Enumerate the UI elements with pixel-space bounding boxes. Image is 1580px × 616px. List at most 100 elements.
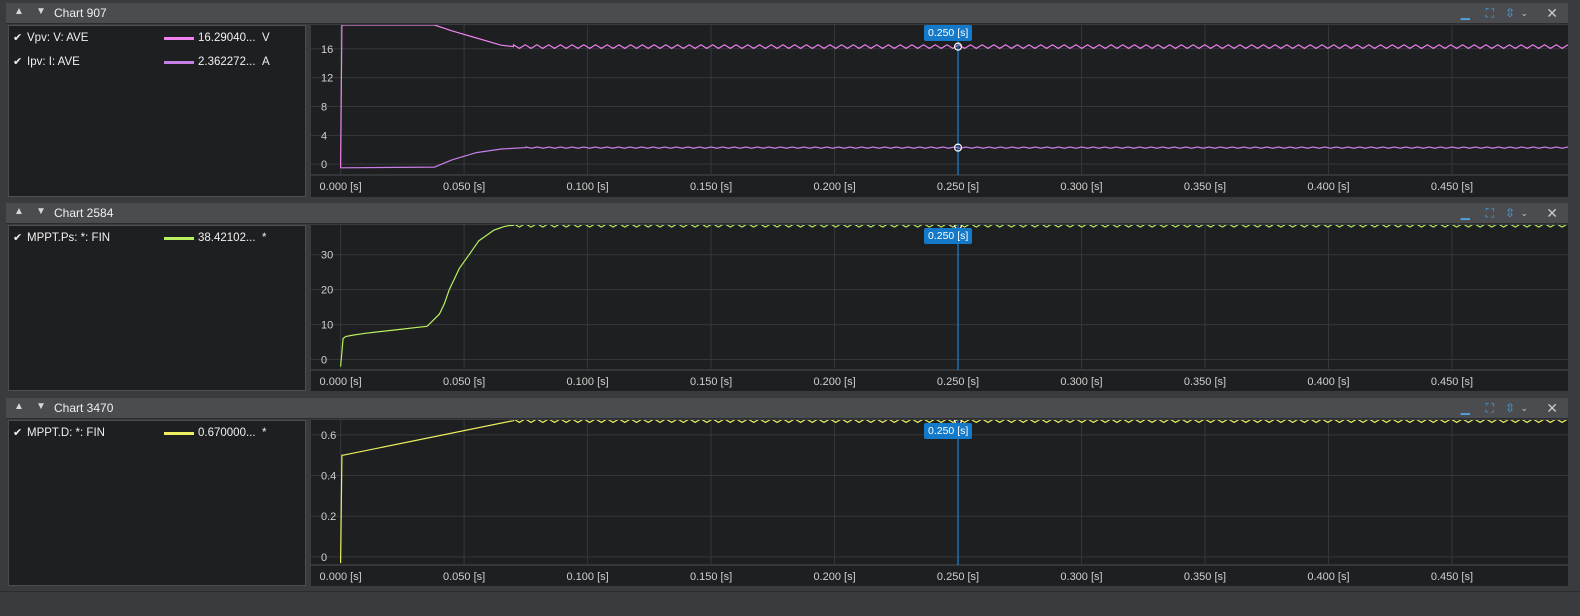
- cursor-time-label: 0.250 [s]: [924, 423, 973, 439]
- x-tick-label: 0.150 [s]: [690, 181, 732, 193]
- x-tick-label: 0.400 [s]: [1307, 571, 1349, 583]
- series-name: MPPT.D: *: FIN: [27, 427, 105, 439]
- series-name: Ipv: I: AVE: [27, 56, 80, 68]
- x-tick-label: 0.050 [s]: [443, 571, 485, 583]
- vertical-fit-icon[interactable]: ⇳: [1505, 6, 1515, 20]
- collapse-up-icon[interactable]: ▲: [14, 6, 24, 17]
- y-tick-label: 0: [321, 355, 327, 367]
- minimize-icon[interactable]: ▁: [1461, 6, 1470, 20]
- plot-background: [311, 25, 1568, 197]
- y-tick-label: 0: [321, 552, 327, 564]
- chart-panel-907: ▲ ▼ Chart 907 ▁ ⛶ ⇳ ⌄ ✕ ✔ Vpv: V: AVE 16…: [6, 3, 1568, 197]
- chart-panel-3470: ▲ ▼ Chart 3470 ▁ ⛶ ⇳ ⌄ ✕ ✔ MPPT.D: *: FI…: [6, 398, 1568, 586]
- x-tick-label: 0.100 [s]: [566, 376, 608, 388]
- x-tick-label: 0.400 [s]: [1307, 181, 1349, 193]
- x-tick-label: 0.250 [s]: [937, 376, 979, 388]
- y-tick-label: 16: [321, 44, 333, 56]
- y-tick-label: 0.4: [321, 471, 336, 483]
- checkbox-checked-icon[interactable]: ✔: [13, 31, 22, 44]
- panel-titlebar: ▲ ▼ Chart 2584 ▁ ⛶ ⇳ ⌄ ✕: [6, 203, 1568, 224]
- y-tick-label: 12: [321, 73, 333, 85]
- x-tick-label: 0.350 [s]: [1184, 571, 1226, 583]
- legend-item[interactable]: ✔ Vpv: V: AVE 16.29040... V: [9, 30, 305, 48]
- close-icon[interactable]: ✕: [1546, 205, 1558, 222]
- x-tick-label: 0.200 [s]: [813, 181, 855, 193]
- x-tick-label: 0.050 [s]: [443, 181, 485, 193]
- x-tick-label: 0.050 [s]: [443, 376, 485, 388]
- chevron-down-icon[interactable]: ▼: [36, 6, 46, 17]
- x-tick-label: 0.400 [s]: [1307, 376, 1349, 388]
- vertical-fit-icon[interactable]: ⇳: [1505, 206, 1515, 220]
- series-swatch: [164, 237, 194, 240]
- x-tick-label: 0.150 [s]: [690, 376, 732, 388]
- x-tick-label: 0.300 [s]: [1060, 181, 1102, 193]
- close-icon[interactable]: ✕: [1546, 5, 1558, 22]
- y-tick-label: 4: [321, 130, 327, 142]
- chevron-down-icon[interactable]: ⌄: [1520, 403, 1528, 414]
- plot-background: [311, 420, 1568, 586]
- x-tick-label: 0.200 [s]: [813, 376, 855, 388]
- series-unit: V: [262, 32, 270, 44]
- chevron-down-icon[interactable]: ⌄: [1520, 8, 1528, 19]
- collapse-up-icon[interactable]: ▲: [14, 401, 24, 412]
- x-tick-label: 0.100 [s]: [566, 181, 608, 193]
- x-tick-label: 0.450 [s]: [1431, 571, 1473, 583]
- x-tick-label: 0.000 [s]: [320, 181, 362, 193]
- vertical-fit-icon[interactable]: ⇳: [1505, 401, 1515, 415]
- plot-area[interactable]: 0.000 [s] 0.050 [s] 0.100 [s] 0.150 [s] 0.20…: [311, 25, 1568, 197]
- y-tick-label: 30: [321, 250, 333, 262]
- series-unit: *: [262, 232, 267, 244]
- y-tick-label: 8: [321, 101, 327, 113]
- plot-area[interactable]: 0.000 [s] 0.050 [s] 0.100 [s] 0.150 [s] 0.20…: [311, 420, 1568, 586]
- chevron-down-icon[interactable]: ▼: [36, 401, 46, 412]
- x-tick-label: 0.000 [s]: [320, 571, 362, 583]
- y-tick-label: 0.6: [321, 430, 336, 442]
- plot-background: [311, 225, 1568, 391]
- legend-panel: ✔ Vpv: V: AVE 16.29040... V ✔ Ipv: I: AV…: [8, 25, 306, 197]
- x-tick-label: 0.200 [s]: [813, 571, 855, 583]
- minimize-icon[interactable]: ▁: [1461, 401, 1470, 415]
- panel-titlebar: ▲ ▼ Chart 3470 ▁ ⛶ ⇳ ⌄ ✕: [6, 398, 1568, 419]
- series-value: 16.29040...: [198, 32, 256, 44]
- chevron-down-icon[interactable]: ⌄: [1520, 208, 1528, 219]
- series-value: 2.362272...: [198, 56, 256, 68]
- legend-panel: ✔ MPPT.Ps: *: FIN 38.42102... *: [8, 225, 306, 391]
- series-value: 0.670000...: [198, 427, 256, 439]
- series-swatch: [164, 61, 194, 64]
- series-name: MPPT.Ps: *: FIN: [27, 232, 111, 244]
- legend-item[interactable]: ✔ MPPT.D: *: FIN 0.670000... *: [9, 425, 305, 443]
- plot-area[interactable]: 0.000 [s] 0.050 [s] 0.100 [s] 0.150 [s] 0.20…: [311, 225, 1568, 391]
- legend-item[interactable]: ✔ Ipv: I: AVE 2.362272... A: [9, 54, 305, 72]
- fit-icon[interactable]: ⛶: [1486, 206, 1494, 221]
- legend-item[interactable]: ✔ MPPT.Ps: *: FIN 38.42102... *: [9, 230, 305, 248]
- series-name: Vpv: V: AVE: [27, 32, 89, 44]
- x-tick-label: 0.350 [s]: [1184, 181, 1226, 193]
- checkbox-checked-icon[interactable]: ✔: [13, 426, 22, 439]
- panel-title: Chart 907: [54, 6, 107, 20]
- close-icon[interactable]: ✕: [1546, 400, 1558, 417]
- x-tick-label: 0.300 [s]: [1060, 571, 1102, 583]
- x-tick-label: 0.350 [s]: [1184, 376, 1226, 388]
- series-unit: A: [262, 56, 270, 68]
- checkbox-checked-icon[interactable]: ✔: [13, 231, 22, 244]
- panel-titlebar: ▲ ▼ Chart 907 ▁ ⛶ ⇳ ⌄ ✕: [6, 3, 1568, 24]
- fit-icon[interactable]: ⛶: [1486, 401, 1494, 416]
- checkbox-checked-icon[interactable]: ✔: [13, 55, 22, 68]
- fit-icon[interactable]: ⛶: [1486, 6, 1494, 21]
- collapse-up-icon[interactable]: ▲: [14, 206, 24, 217]
- chevron-down-icon[interactable]: ▼: [36, 206, 46, 217]
- x-tick-label: 0.250 [s]: [937, 571, 979, 583]
- y-tick-label: 10: [321, 320, 333, 332]
- cursor-time-label: 0.250 [s]: [924, 25, 973, 41]
- series-unit: *: [262, 427, 267, 439]
- series-swatch: [164, 37, 194, 40]
- x-tick-label: 0.450 [s]: [1431, 181, 1473, 193]
- panel-title: Chart 2584: [54, 206, 114, 220]
- x-tick-label: 0.100 [s]: [566, 571, 608, 583]
- x-tick-label: 0.300 [s]: [1060, 376, 1102, 388]
- panel-title: Chart 3470: [54, 401, 114, 415]
- cursor-time-label: 0.250 [s]: [924, 228, 973, 244]
- bottom-strip: [0, 591, 1580, 616]
- y-tick-label: 0.2: [321, 511, 336, 523]
- minimize-icon[interactable]: ▁: [1461, 206, 1470, 220]
